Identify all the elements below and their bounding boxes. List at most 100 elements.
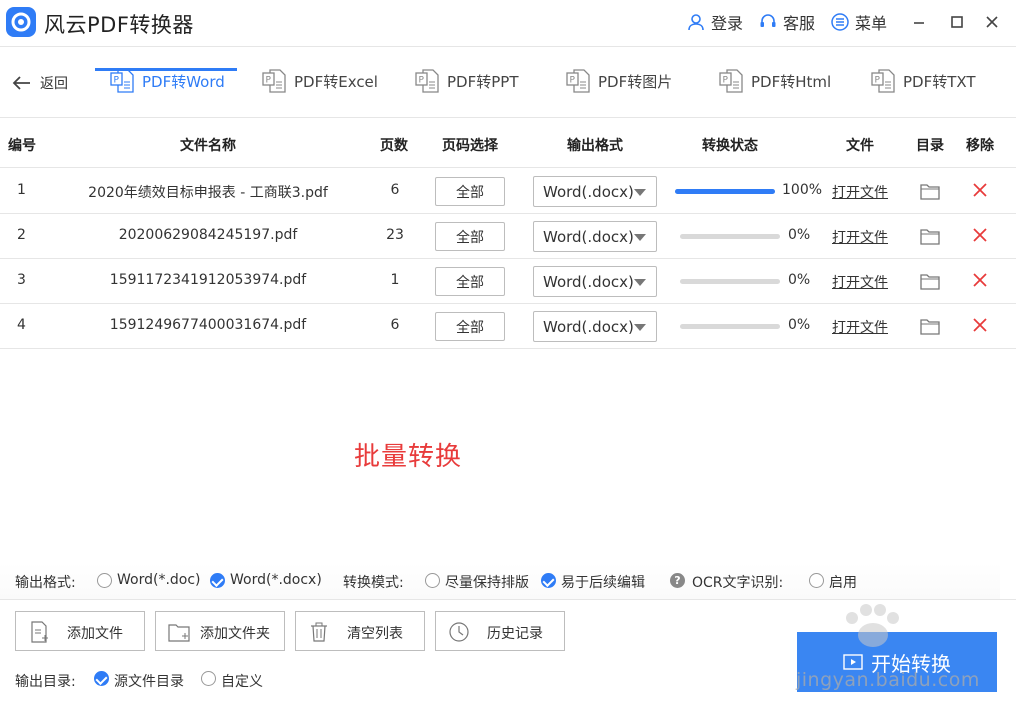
output-dir-custom-radio[interactable] [201,671,216,686]
mode-edit-radio[interactable] [541,573,556,588]
page-select-label: 全部 [456,229,484,246]
minimize-button[interactable] [907,10,931,34]
output-format-value: Word(.docx) [543,182,634,201]
output-format-value: Word(.docx) [543,317,634,336]
page-select-label: 全部 [456,319,484,336]
tab-label: PDF转图片 [598,73,673,91]
output-dir-source-label[interactable]: 源文件目录 [114,671,184,691]
service-button[interactable]: 客服 [758,10,815,34]
help-icon[interactable]: ? [670,573,685,588]
add-file-button[interactable]: 添加文件 [15,611,145,651]
maximize-icon [951,16,963,28]
page-select-button[interactable]: 全部 [435,312,505,341]
output-format-select[interactable]: Word(.docx) [533,176,657,207]
back-button[interactable]: 返回 [12,73,68,93]
table-row: 3 1591172341912053974.pdf 1 全部 Word(.docx) 0%… [0,259,1016,304]
output-dir-source-radio[interactable] [94,671,109,686]
tab-5[interactable]: P PDF转Html [719,64,831,116]
tab-2[interactable]: P PDF转Excel [262,64,378,116]
row-pages: 1 [390,272,400,288]
service-label: 客服 [783,14,816,33]
folder-icon[interactable] [920,272,940,290]
menu-button[interactable]: 菜单 [830,10,887,34]
open-file-link[interactable]: 打开文件 [832,317,888,337]
output-dir-label: 输出目录: [15,674,76,690]
clear-list-button[interactable]: 清空列表 [295,611,425,651]
pdf-file-icon: P [871,68,895,94]
pdf-file-icon: P [415,68,439,94]
page-select-label: 全部 [456,274,484,291]
folder-icon[interactable] [920,182,940,200]
mode-layout-radio[interactable] [425,573,440,588]
clock-icon [449,622,469,642]
active-tab-indicator [95,68,237,71]
header-filename: 文件名称 [180,138,236,154]
format-docx-radio[interactable] [210,573,225,588]
arrow-left-icon [12,76,30,90]
format-doc-label[interactable]: Word(*.doc) [117,572,201,588]
add-file-label: 添加文件 [67,626,123,642]
close-icon [986,16,998,28]
folder-icon[interactable] [920,317,940,335]
progress-percent: 0% [788,227,811,243]
chevron-down-icon [634,234,646,241]
remove-icon[interactable] [972,317,988,333]
maximize-button[interactable] [945,10,969,34]
user-icon [686,12,706,32]
trash-icon [311,622,327,642]
row-filename: 1591249677400031674.pdf [109,317,307,333]
row-pages: 23 [386,227,404,243]
open-file-link[interactable]: 打开文件 [832,272,888,292]
folder-icon[interactable] [920,227,940,245]
pdf-file-icon: P [566,68,590,94]
page-select-button[interactable]: 全部 [435,177,505,206]
svg-text:P: P [114,76,120,86]
output-format-select[interactable]: Word(.docx) [533,266,657,297]
header-directory: 目录 [916,138,944,154]
add-folder-icon [168,624,190,642]
svg-text:P: P [570,76,576,86]
add-folder-button[interactable]: 添加文件夹 [155,611,285,651]
batch-convert-annotation: 批量转换 [354,442,463,472]
back-label: 返回 [40,76,68,92]
title-bar: 风云PDF转换器 登录 客服 菜单 [0,0,1016,46]
mode-layout-label[interactable]: 尽量保持排版 [445,572,529,592]
page-select-button[interactable]: 全部 [435,222,505,251]
svg-text:P: P [419,76,425,86]
svg-text:P: P [875,76,881,86]
chevron-down-icon [634,189,646,196]
ocr-enable-label[interactable]: 启用 [829,572,857,592]
output-dir-custom-label[interactable]: 自定义 [221,671,263,691]
output-format-select[interactable]: Word(.docx) [533,221,657,252]
header-page-select: 页码选择 [442,138,498,154]
mode-edit-label[interactable]: 易于后续编辑 [561,572,645,592]
tab-4[interactable]: P PDF转图片 [566,64,672,116]
output-format-select[interactable]: Word(.docx) [533,311,657,342]
add-folder-label: 添加文件夹 [200,626,270,642]
header-number: 编号 [8,138,36,154]
tab-3[interactable]: P PDF转PPT [415,64,518,116]
table-row: 4 1591249677400031674.pdf 6 全部 Word(.docx) 0%… [0,304,1016,349]
table-row: 2 20200629084245197.pdf 23 全部 Word(.docx) 0% 打… [0,214,1016,259]
remove-icon[interactable] [972,182,988,198]
close-button[interactable] [980,10,1004,34]
tab-label: PDF转Word [142,73,225,91]
tab-1[interactable]: P PDF转Word [110,64,225,116]
remove-icon[interactable] [972,227,988,243]
tab-label: PDF转Html [751,73,832,91]
menu-label: 菜单 [855,14,888,33]
tab-6[interactable]: P PDF转TXT [871,64,976,116]
history-button[interactable]: 历史记录 [435,611,565,651]
options-bar: 输出格式: Word(*.doc) Word(*.docx) 转换模式: 尽量保… [0,563,1000,599]
output-format-label: 输出格式: [15,575,76,591]
page-select-button[interactable]: 全部 [435,267,505,296]
conversion-progress-bar [680,234,780,239]
login-button[interactable]: 登录 [686,10,743,34]
format-docx-label[interactable]: Word(*.docx) [230,572,322,588]
format-doc-radio[interactable] [97,573,112,588]
ocr-enable-radio[interactable] [809,573,824,588]
open-file-link[interactable]: 打开文件 [832,182,888,202]
open-file-link[interactable]: 打开文件 [832,227,888,247]
remove-icon[interactable] [972,272,988,288]
header-pages: 页数 [380,138,408,154]
